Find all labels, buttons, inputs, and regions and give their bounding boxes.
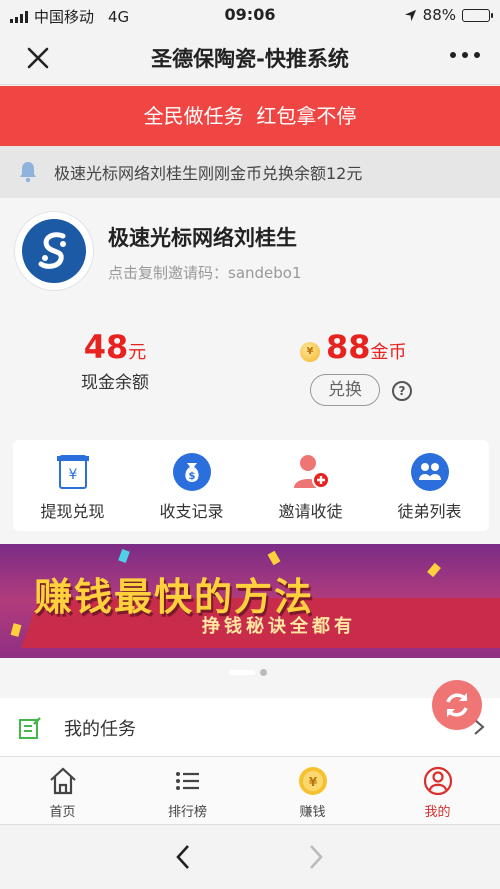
- action-label-invite: 邀请收徒: [278, 502, 343, 521]
- back-arrow-icon[interactable]: [173, 843, 193, 871]
- users-icon: [410, 453, 449, 491]
- status-right: 88%: [404, 6, 493, 24]
- tab-label-ranking: 排行榜: [167, 805, 207, 820]
- withdraw-icon: ¥: [56, 455, 89, 489]
- my-tasks-row[interactable]: 我的任务: [0, 698, 500, 756]
- promo-carousel[interactable]: 赚钱最快的方法 挣钱秘诀全都有: [0, 544, 500, 658]
- tab-label-home: 首页: [49, 805, 76, 820]
- svg-text:¥: ¥: [68, 467, 77, 483]
- tab-bar: 首页 排行榜 ¥ 赚钱 我的: [0, 756, 500, 824]
- coin-balance: ¥ 88 金币 兑换 ?: [300, 328, 430, 406]
- task-label: 我的任务: [64, 719, 136, 740]
- tab-mine[interactable]: 我的: [375, 757, 500, 824]
- coin-icon: ¥: [298, 767, 327, 795]
- tab-label-mine: 我的: [424, 805, 451, 820]
- confetti: [10, 623, 22, 637]
- promo-subtitle: 挣钱秘诀全都有: [202, 616, 356, 637]
- action-grid: ¥ 提现兑现 $ 收支记录 邀请收徒 徒弟列表: [13, 440, 489, 531]
- carousel-dot-active[interactable]: [229, 670, 255, 675]
- refresh-button[interactable]: [432, 680, 482, 730]
- tab-earn[interactable]: ¥ 赚钱: [250, 757, 375, 824]
- user-icon: [423, 766, 452, 796]
- disciples-button[interactable]: 徒弟列表: [370, 440, 489, 531]
- action-label-records: 收支记录: [159, 502, 224, 521]
- forward-arrow-icon[interactable]: [306, 843, 326, 871]
- add-user-icon: [293, 455, 330, 489]
- refresh-icon: [446, 693, 468, 717]
- profile-section: 极速光标网络刘桂生 点击复制邀请码：sandebo1 48元 现金余额 ¥ 88…: [0, 198, 500, 544]
- task-edit-icon: [19, 717, 41, 739]
- confetti: [427, 562, 441, 578]
- tab-ranking[interactable]: 排行榜: [125, 757, 250, 824]
- location-arrow-icon: [404, 9, 416, 21]
- withdraw-button[interactable]: ¥ 提现兑现: [13, 440, 132, 531]
- coin-amount: 88: [326, 328, 371, 366]
- invite-button[interactable]: 邀请收徒: [251, 440, 370, 531]
- navbar: 圣德保陶瓷-快推系统: [0, 30, 500, 85]
- exchange-button[interactable]: 兑换: [310, 374, 380, 406]
- money-bag-icon: $: [172, 453, 211, 491]
- cash-label: 现金余额: [81, 373, 149, 393]
- records-button[interactable]: $ 收支记录: [132, 440, 251, 531]
- carousel-dot[interactable]: [260, 669, 267, 676]
- confetti: [267, 550, 281, 566]
- more-icon[interactable]: [450, 52, 480, 58]
- carousel-dots: [229, 669, 267, 676]
- tab-label-earn: 赚钱: [299, 805, 326, 820]
- confetti: [118, 548, 130, 564]
- battery-percent: 88%: [422, 6, 456, 24]
- coin-icon: ¥: [300, 341, 320, 362]
- carousel-indicator-area: [0, 658, 500, 698]
- notice-bar: 极速光标网络刘桂生刚刚金币兑换余额12元: [0, 146, 500, 198]
- promo-banner-text: 全民做任务 红包拿不停: [0, 86, 500, 146]
- help-icon[interactable]: ?: [392, 381, 412, 401]
- page-title: 圣德保陶瓷-快推系统: [151, 47, 349, 71]
- list-icon: [175, 772, 199, 790]
- svg-text:$: $: [188, 471, 195, 482]
- browser-toolbar: [0, 824, 500, 889]
- bell-icon: [20, 162, 36, 183]
- battery-icon: [462, 8, 493, 22]
- tab-home[interactable]: 首页: [0, 757, 125, 824]
- cash-amount: 48: [83, 328, 129, 366]
- cash-balance: 48元 现金余额: [50, 328, 180, 393]
- svg-text:¥: ¥: [308, 775, 317, 789]
- action-label-withdraw: 提现兑现: [40, 502, 105, 521]
- action-label-disciples: 徒弟列表: [397, 502, 462, 521]
- cash-unit: 元: [128, 342, 147, 363]
- home-icon: [49, 767, 76, 795]
- coin-unit: 金币: [370, 342, 407, 363]
- logo-icon: [22, 219, 86, 283]
- avatar: [15, 212, 93, 290]
- status-bar: 中国移动 4G 09:06 88%: [0, 0, 500, 30]
- user-name: 极速光标网络刘桂生: [108, 226, 297, 250]
- notice-text: 极速光标网络刘桂生刚刚金币兑换余额12元: [54, 164, 363, 183]
- invite-code[interactable]: 点击复制邀请码：sandebo1: [108, 262, 302, 283]
